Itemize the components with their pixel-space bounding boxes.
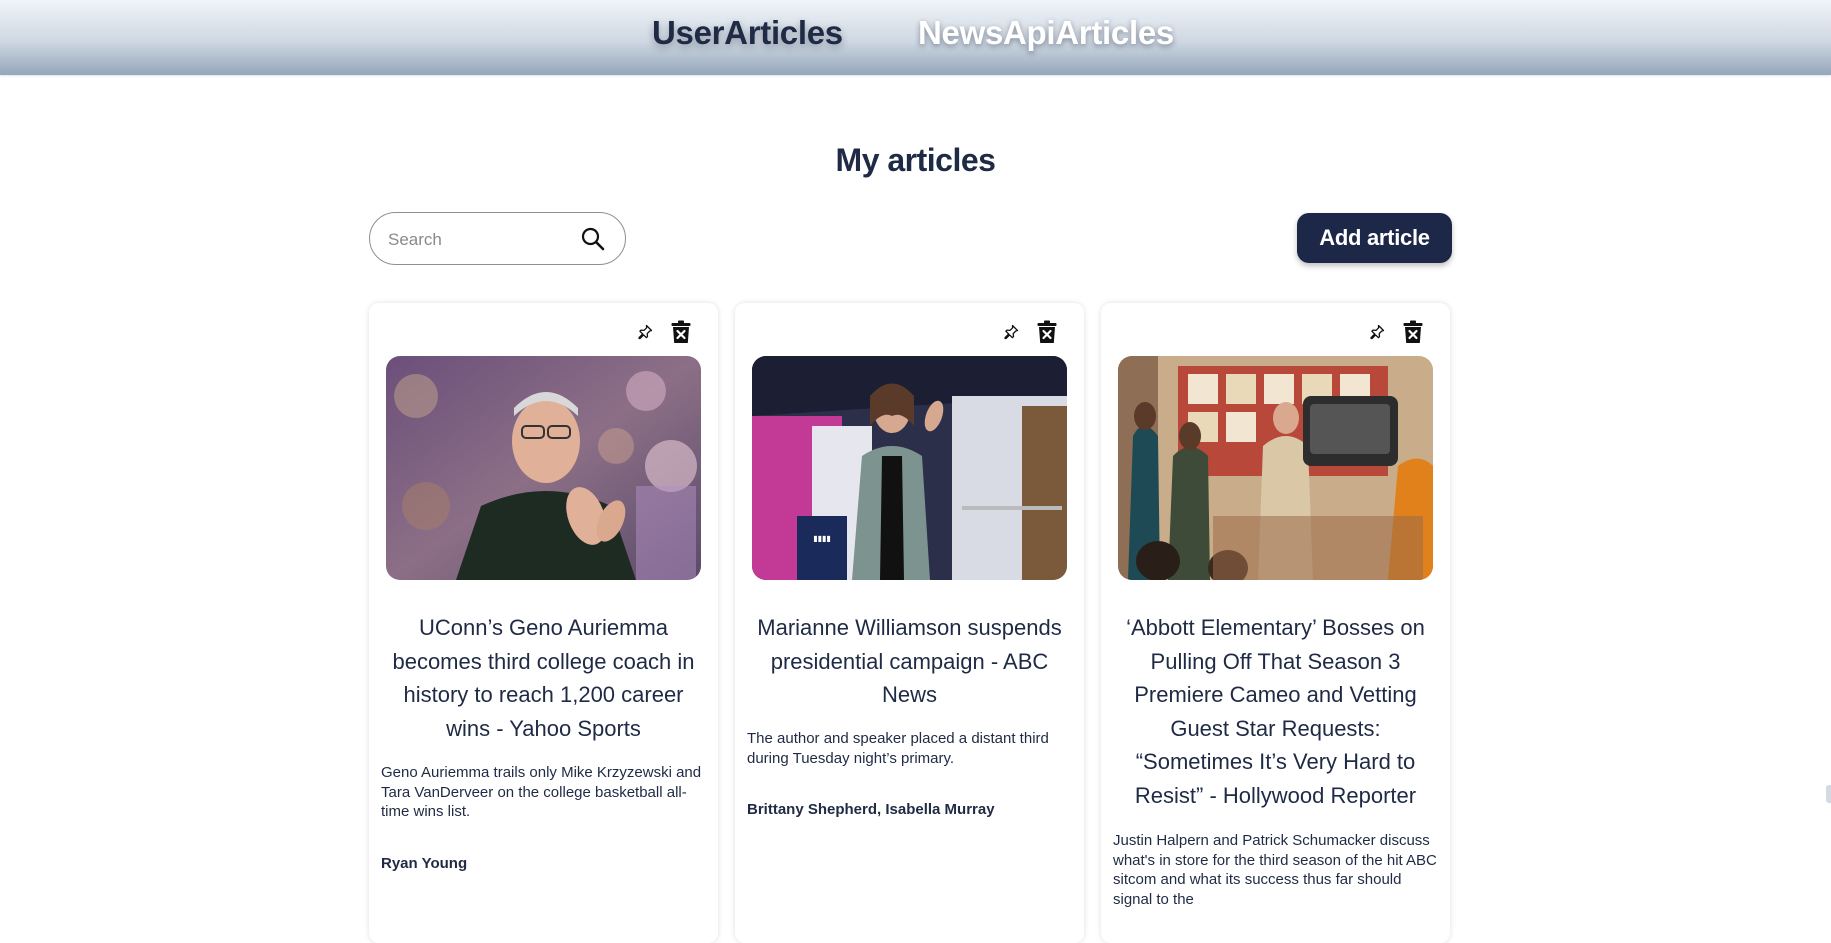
card-actions [634, 319, 692, 345]
top-navbar: UserArticles NewsApiArticles [0, 0, 1831, 75]
trash-icon[interactable] [1402, 319, 1424, 345]
article-title[interactable]: Marianne Williamson suspends presidentia… [747, 611, 1072, 712]
article-card: ▮▮▮▮ Marianne Williamson suspends presid… [735, 303, 1084, 943]
search-box [369, 212, 626, 265]
article-image [1118, 356, 1433, 580]
article-image [386, 356, 701, 580]
article-description: Justin Halpern and Patrick Schumacker di… [1113, 832, 1437, 908]
article-description: Geno Auriemma trails only Mike Krzyzewsk… [381, 764, 702, 820]
card-actions [1366, 319, 1424, 345]
article-title[interactable]: ‘Abbott Elementary’ Bosses on Pulling Of… [1113, 611, 1438, 813]
article-card: UConn’s Geno Auriemma becomes third coll… [369, 303, 718, 943]
article-card: ‘Abbott Elementary’ Bosses on Pulling Of… [1101, 303, 1450, 943]
pin-icon[interactable] [1366, 319, 1388, 345]
nav-link-newsapi-articles[interactable]: NewsApiArticles [918, 14, 1174, 52]
trash-icon[interactable] [670, 319, 692, 345]
article-image: ▮▮▮▮ [752, 356, 1067, 580]
search-icon[interactable] [580, 226, 606, 252]
svg-text:▮▮▮▮: ▮▮▮▮ [813, 534, 831, 543]
scroll-edge-indicator [1826, 785, 1831, 803]
article-description: The author and speaker placed a distant … [747, 730, 1049, 767]
article-title[interactable]: UConn’s Geno Auriemma becomes third coll… [381, 611, 706, 745]
card-actions [1000, 319, 1058, 345]
article-author: Ryan Young [381, 855, 468, 872]
search-input[interactable] [386, 225, 570, 255]
nav-link-user-articles[interactable]: UserArticles [652, 14, 843, 52]
page-title: My articles [835, 142, 996, 178]
trash-icon[interactable] [1036, 319, 1058, 345]
article-author: Brittany Shepherd, Isabella Murray [747, 801, 995, 818]
pin-icon[interactable] [1000, 319, 1022, 345]
pin-icon[interactable] [634, 319, 656, 345]
add-article-button[interactable]: Add article [1297, 213, 1452, 263]
